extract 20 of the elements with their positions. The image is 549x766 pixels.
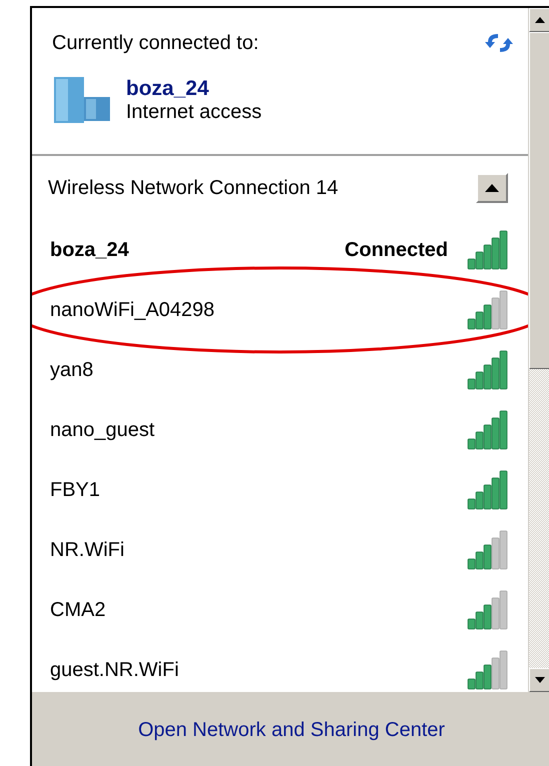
section-heading: Currently connected to: (52, 32, 259, 55)
network-name[interactable]: boza_24 (50, 238, 345, 262)
network-name[interactable]: nano_guest (50, 418, 466, 442)
access-status: Internet access (126, 100, 262, 124)
network-name[interactable]: yan8 (50, 358, 466, 382)
caret-icon (535, 17, 545, 23)
network-name: boza_24 (126, 76, 210, 100)
caret-icon (485, 184, 499, 192)
network-center-link[interactable]: Open Network and Sharing Center (138, 718, 445, 742)
connection-status: Connected (344, 238, 448, 262)
network-name[interactable]: NR.WiFi (50, 538, 466, 562)
caret-icon (535, 677, 545, 683)
network-name[interactable]: FBY1 (50, 478, 466, 502)
scroll-down-button[interactable] (529, 668, 549, 692)
scroll-up-button[interactable] (529, 8, 549, 32)
collapse-button[interactable] (476, 173, 508, 203)
network-name[interactable]: CMA2 (50, 598, 466, 622)
scrollbar-thumb[interactable] (529, 32, 549, 369)
connection-title: Wireless Network Connection 14 (48, 176, 340, 200)
network-name[interactable]: guest.NR.WiFi (50, 658, 466, 682)
